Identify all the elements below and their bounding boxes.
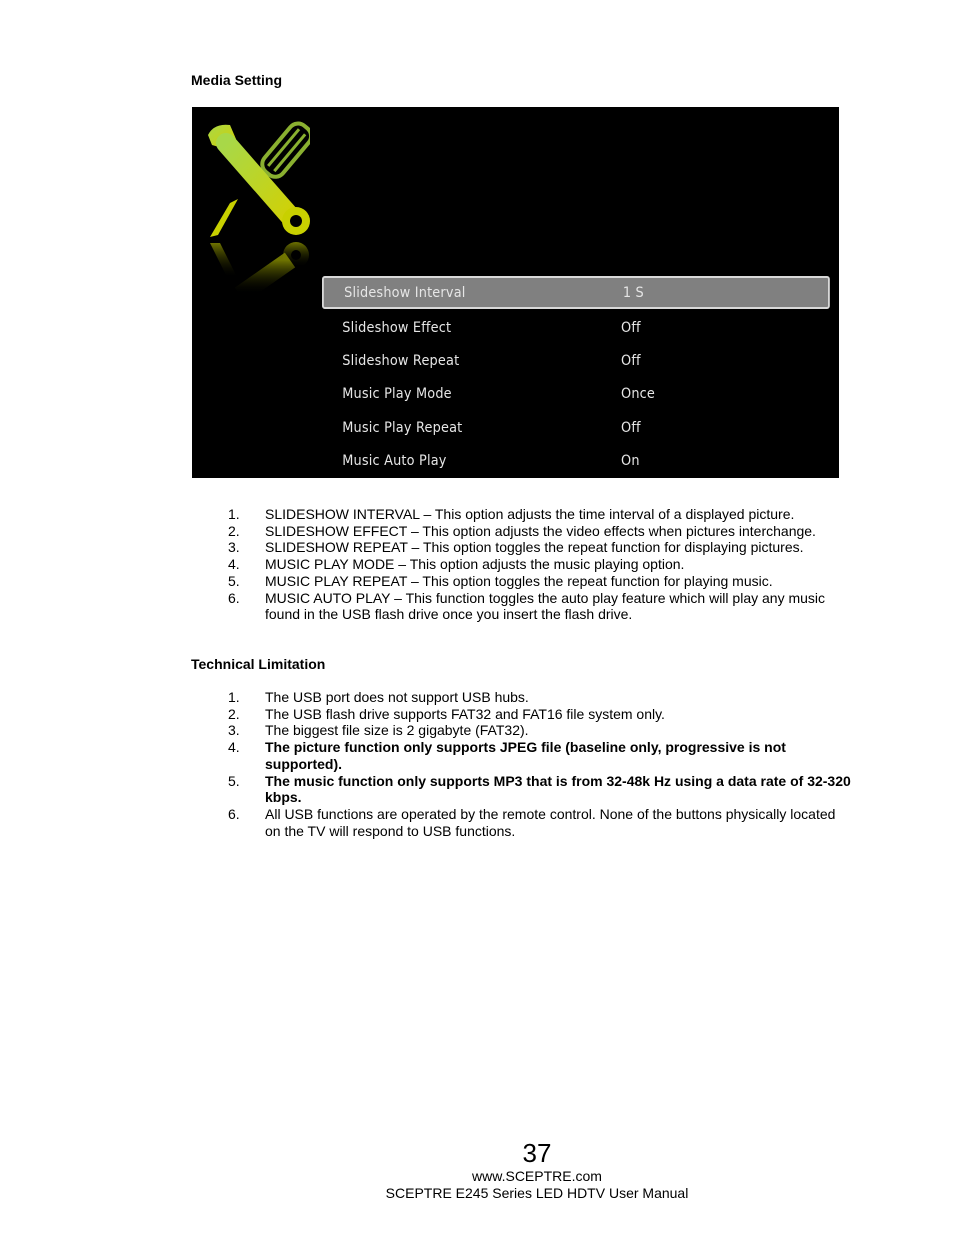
list-text: The music function only supports MP3 tha…: [265, 772, 851, 806]
list-number: 1.: [228, 506, 240, 522]
list-text: The USB port does not support USB hubs.: [265, 689, 529, 705]
list-text: All USB functions are operated by the re…: [265, 805, 836, 839]
menu-item-label: Music Auto Play: [342, 453, 447, 470]
menu-item-slideshow-effect[interactable]: Slideshow Effect Off: [322, 311, 791, 344]
media-setting-heading: Media Setting: [191, 72, 283, 88]
list-number: 6.: [228, 805, 240, 822]
list-text: SLIDESHOW REPEAT – This option toggles t…: [265, 539, 804, 556]
list-text: The picture function only supports JPEG …: [265, 739, 786, 772]
menu-item-label: Music Play Repeat: [342, 419, 463, 436]
list-item: 1. The USB port does not support USB hubs…: [0, 689, 954, 706]
tv-menu-screenshot: Slideshow Interval 1 S Slideshow Effect …: [192, 107, 839, 478]
menu-item-slideshow-interval[interactable]: Slideshow Interval 1 S: [322, 276, 830, 309]
footer-url: www.SCEPTRE.com: [472, 1168, 602, 1184]
menu-item-value: Off: [621, 419, 641, 436]
menu-item-value: 1 S: [622, 284, 644, 301]
list-text: SLIDESHOW INTERVAL – This option adjusts…: [265, 506, 795, 522]
list-number: 4.: [228, 556, 240, 573]
list-text: MUSIC AUTO PLAY – This function toggles …: [265, 589, 826, 623]
list-item: 2. SLIDESHOW EFFECT – This option adjusts…: [0, 523, 954, 540]
list-item: 5. MUSIC PLAY REPEAT – This option toggle…: [0, 573, 954, 590]
menu-item-label: Slideshow Repeat: [342, 353, 460, 370]
list-item: 5. The music function only supports MP3 t…: [0, 773, 954, 806]
page-number: 37: [522, 1138, 552, 1168]
list-item: 4. The picture function only supports JPE…: [0, 739, 954, 772]
list-item: 1. SLIDESHOW INTERVAL – This option adjus…: [0, 506, 954, 523]
menu-item-value: Once: [621, 386, 656, 403]
list-number: 2.: [228, 522, 240, 539]
list-number: 3.: [228, 722, 240, 739]
technical-limitation-heading: Technical Limitation: [191, 656, 326, 672]
list-item: 2. The USB flash drive supports FAT32 and…: [0, 706, 954, 723]
list-text: SLIDESHOW EFFECT – This option adjusts t…: [265, 522, 816, 539]
list-item: 3. The biggest file size is 2 gigabyte (F…: [0, 722, 954, 739]
list-item: 3. SLIDESHOW REPEAT – This option toggles…: [0, 539, 954, 556]
menu-item-value: On: [621, 453, 640, 470]
list-number: 5.: [228, 772, 240, 789]
media-settings-menu: Slideshow Interval 1 S Slideshow Effect …: [322, 276, 832, 478]
list-text: MUSIC PLAY REPEAT – This option toggles …: [265, 572, 773, 589]
menu-item-label: Slideshow Interval: [344, 284, 466, 301]
menu-item-value: Off: [621, 319, 641, 336]
list-item: 4. MUSIC PLAY MODE – This option adjusts …: [0, 556, 954, 573]
menu-item-music-play-repeat[interactable]: Music Play Repeat Off: [322, 411, 791, 444]
tools-wrench-screwdriver-icon: [208, 121, 310, 295]
menu-item-music-auto-play[interactable]: Music Auto Play On: [322, 445, 791, 478]
menu-item-label: Music Play Mode: [342, 386, 452, 403]
footer-manual-title: SCEPTRE E245 Series LED HDTV User Manual: [385, 1185, 689, 1201]
media-setting-list: 1. SLIDESHOW INTERVAL – This option adjus…: [0, 506, 954, 623]
technical-limitation-list: 1. The USB port does not support USB hubs…: [0, 689, 954, 839]
list-item: 6. MUSIC AUTO PLAY – This function toggle…: [0, 590, 954, 623]
list-text: The USB flash drive supports FAT32 and F…: [265, 705, 665, 722]
list-item: 6. All USB functions are operated by the …: [0, 806, 954, 839]
list-number: 4.: [228, 739, 240, 756]
list-number: 1.: [228, 689, 240, 705]
list-number: 6.: [228, 589, 240, 606]
list-text: MUSIC PLAY MODE – This option adjusts th…: [265, 556, 685, 573]
menu-item-value: Off: [621, 353, 641, 370]
list-number: 5.: [228, 572, 240, 589]
list-text: The biggest file size is 2 gigabyte (FAT…: [265, 722, 529, 739]
menu-item-music-play-mode[interactable]: Music Play Mode Once: [322, 378, 791, 411]
menu-item-label: Slideshow Effect: [342, 319, 452, 336]
list-number: 3.: [228, 539, 240, 556]
list-number: 2.: [228, 705, 240, 722]
menu-item-slideshow-repeat[interactable]: Slideshow Repeat Off: [322, 344, 791, 377]
